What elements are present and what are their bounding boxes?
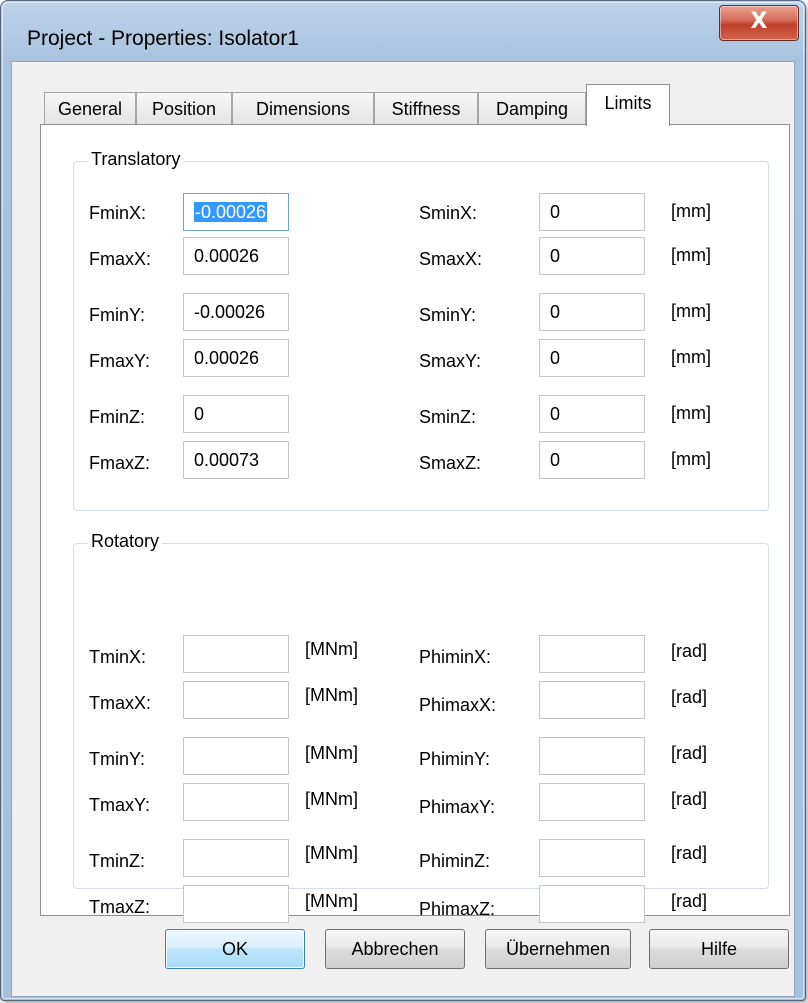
tmaxz-input[interactable]	[183, 885, 289, 923]
phiminx-input[interactable]	[539, 635, 645, 673]
smaxx-label: SmaxX:	[419, 249, 483, 269]
tmaxz-label: TmaxZ:	[89, 897, 150, 917]
tminz-unit: [MNm]	[305, 843, 358, 863]
sminx-unit: [mm]	[671, 201, 711, 221]
tminz-input[interactable]	[183, 839, 289, 877]
phiminz-label: PhiminZ:	[419, 851, 491, 871]
tmaxx-unit: [MNm]	[305, 685, 358, 705]
help-button[interactable]: Hilfe	[649, 929, 789, 969]
phimaxx-unit: [rad]	[671, 687, 708, 707]
sminy-unit: [mm]	[671, 301, 711, 321]
phimaxx-input[interactable]	[539, 681, 645, 719]
tminx-input[interactable]	[183, 635, 289, 673]
window-title: Project - Properties: Isolator1	[27, 27, 299, 50]
fminx-input[interactable]: -0.00026	[183, 193, 289, 231]
tmaxy-unit: [MNm]	[305, 789, 358, 809]
limits-tab-panel: Translatory Rotatory FminX: -0.00026 Smi…	[40, 124, 790, 923]
sminx-label: SminX:	[419, 203, 478, 223]
tab-position[interactable]: Position	[136, 92, 232, 124]
phiminy-label: PhiminY:	[419, 749, 491, 769]
tmaxy-label: TmaxY:	[89, 795, 151, 815]
phiminx-label: PhiminX:	[419, 647, 492, 667]
ok-button[interactable]: OK	[165, 929, 305, 969]
phimaxx-label: PhimaxX:	[419, 695, 497, 715]
fminx-label: FminX:	[89, 203, 147, 223]
tab-limits[interactable]: Limits	[586, 84, 670, 126]
phiminz-unit: [rad]	[671, 843, 708, 863]
tab-stiffness[interactable]: Stiffness	[374, 92, 478, 124]
fminz-label: FminZ:	[89, 407, 145, 427]
smaxy-unit: [mm]	[671, 347, 711, 367]
smaxx-unit: [mm]	[671, 245, 711, 265]
tmaxz-unit: [MNm]	[305, 891, 358, 911]
smaxx-input[interactable]: 0	[539, 237, 645, 275]
cancel-button[interactable]: Abbrechen	[325, 929, 465, 969]
tminy-label: TminY:	[89, 749, 146, 769]
fmaxx-input[interactable]: 0.00026	[183, 237, 289, 275]
smaxz-label: SmaxZ:	[419, 453, 482, 473]
smaxz-unit: [mm]	[671, 449, 711, 469]
tab-dimensions[interactable]: Dimensions	[232, 92, 374, 124]
phiminy-input[interactable]	[539, 737, 645, 775]
close-icon: X	[750, 9, 768, 34]
smaxy-label: SmaxY:	[419, 351, 482, 371]
sminz-input[interactable]: 0	[539, 395, 645, 433]
tminx-label: TminX:	[89, 647, 147, 667]
sminz-label: SminZ:	[419, 407, 477, 427]
sminx-input[interactable]: 0	[539, 193, 645, 231]
translatory-group-label: Translatory	[88, 149, 184, 170]
phiminx-unit: [rad]	[671, 641, 708, 661]
dialog-client-area: General Position Dimensions Stiffness Da…	[11, 61, 795, 997]
phimaxy-label: PhimaxY:	[419, 797, 496, 817]
apply-button[interactable]: Übernehmen	[485, 929, 631, 969]
phimaxy-input[interactable]	[539, 783, 645, 821]
tmaxy-input[interactable]	[183, 783, 289, 821]
phimaxy-unit: [rad]	[671, 789, 708, 809]
close-button[interactable]: X	[719, 5, 799, 41]
tminx-unit: [MNm]	[305, 639, 358, 659]
smaxy-input[interactable]: 0	[539, 339, 645, 377]
fminz-input[interactable]: 0	[183, 395, 289, 433]
properties-dialog: Project - Properties: Isolator1 X Genera…	[0, 0, 806, 1001]
fmaxx-label: FmaxX:	[89, 249, 152, 269]
tab-general[interactable]: General	[44, 92, 136, 124]
tmaxx-label: TmaxX:	[89, 693, 152, 713]
fminy-input[interactable]: -0.00026	[183, 293, 289, 331]
fmaxz-input[interactable]: 0.00073	[183, 441, 289, 479]
phiminy-unit: [rad]	[671, 743, 708, 763]
phimaxz-input[interactable]	[539, 885, 645, 923]
phimaxz-label: PhimaxZ:	[419, 899, 496, 919]
phiminz-input[interactable]	[539, 839, 645, 877]
fmaxz-label: FmaxZ:	[89, 453, 150, 473]
tminz-label: TminZ:	[89, 851, 145, 871]
fmaxy-input[interactable]: 0.00026	[183, 339, 289, 377]
tmaxx-input[interactable]	[183, 681, 289, 719]
tminy-input[interactable]	[183, 737, 289, 775]
tab-damping[interactable]: Damping	[478, 92, 586, 124]
rotatory-group-label: Rotatory	[88, 531, 163, 552]
tminy-unit: [MNm]	[305, 743, 358, 763]
rotatory-group: Rotatory	[73, 531, 769, 889]
fmaxy-label: FmaxY:	[89, 351, 151, 371]
sminy-label: SminY:	[419, 305, 477, 325]
sminy-input[interactable]: 0	[539, 293, 645, 331]
phimaxz-unit: [rad]	[671, 891, 708, 911]
fminy-label: FminY:	[89, 305, 146, 325]
sminz-unit: [mm]	[671, 403, 711, 423]
smaxz-input[interactable]: 0	[539, 441, 645, 479]
